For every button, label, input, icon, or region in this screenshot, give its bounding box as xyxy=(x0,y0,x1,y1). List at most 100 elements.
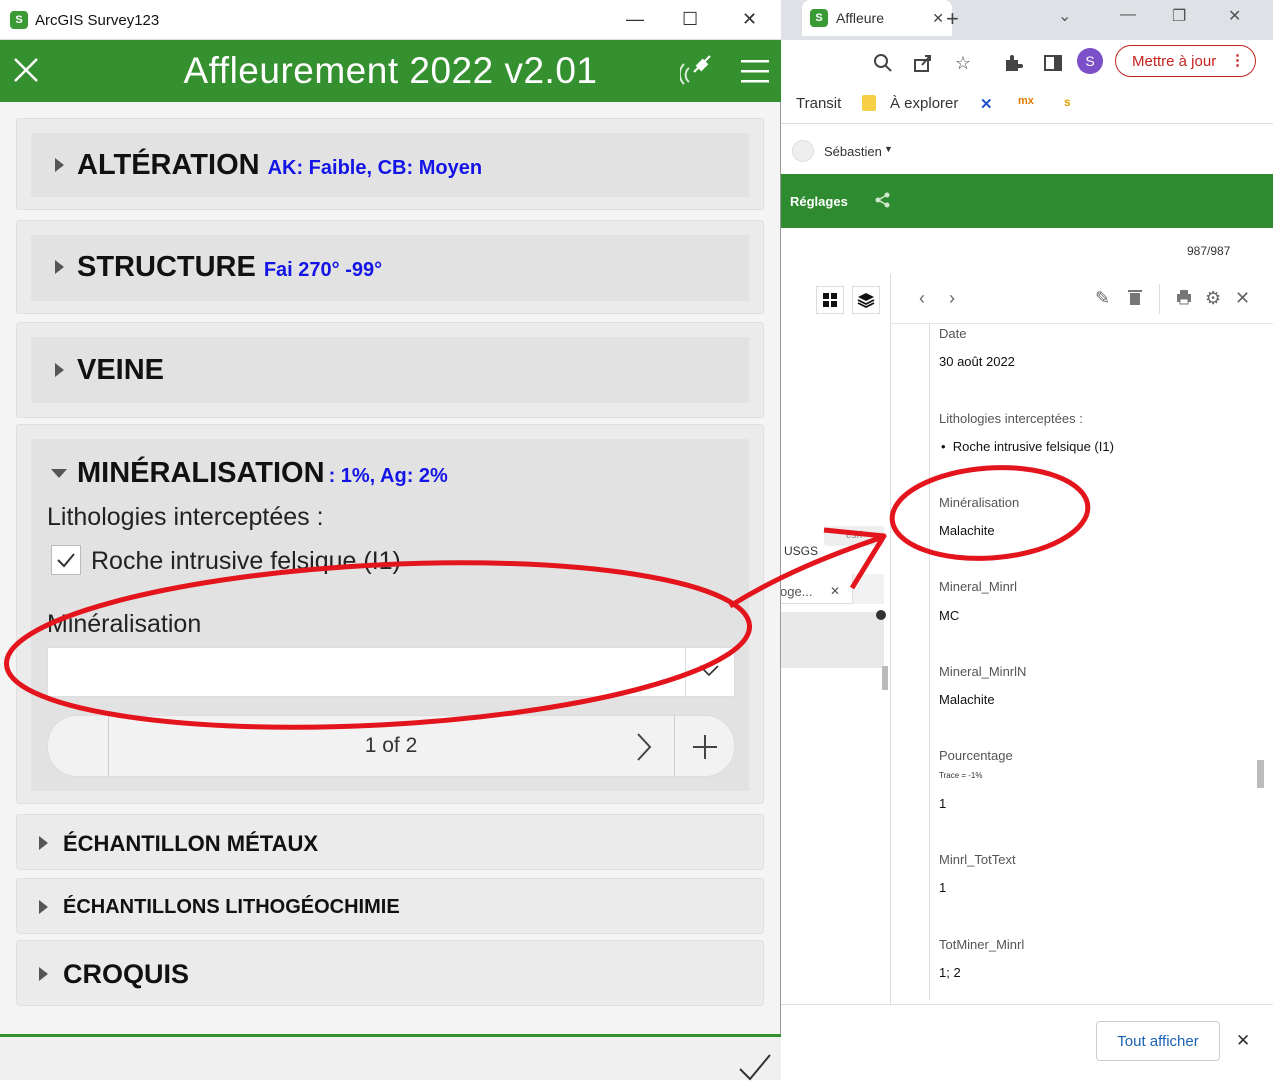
expand-arrow-icon xyxy=(39,836,48,850)
field-label-pourcentage: Pourcentage xyxy=(939,748,1013,763)
new-tab-icon[interactable]: + xyxy=(946,6,959,32)
previous-icon[interactable]: ‹ xyxy=(919,288,925,309)
update-button-label: Mettre à jour xyxy=(1132,52,1217,70)
bookmark-logo2-icon[interactable]: s xyxy=(1064,95,1071,109)
print-icon[interactable] xyxy=(1175,288,1193,306)
pager-next-icon[interactable] xyxy=(636,732,652,762)
alteration-title-text: ALTÉRATION xyxy=(77,149,260,181)
layer-dropdown-icon[interactable] xyxy=(852,574,884,604)
menu-hamburger-icon[interactable] xyxy=(741,58,769,84)
collapse-arrow-icon[interactable] xyxy=(51,469,67,478)
window-title: ArcGIS Survey123 xyxy=(35,12,160,29)
user-dropdown-icon[interactable]: ▼ xyxy=(884,144,893,154)
close-downloads-icon[interactable]: ✕ xyxy=(1236,1031,1250,1051)
field-label-minrl-tottext: Minrl_TotText xyxy=(939,852,1016,867)
profile-avatar[interactable]: S xyxy=(1077,48,1103,74)
gps-satellite-icon[interactable] xyxy=(680,54,716,88)
minimize-icon[interactable]: — xyxy=(1120,6,1136,24)
restore-icon[interactable]: ❐ xyxy=(1172,6,1186,26)
field-value-mineral-minrl: MC xyxy=(939,608,960,623)
minimize-icon[interactable]: — xyxy=(626,9,644,30)
zoom-icon[interactable] xyxy=(872,52,894,74)
field-label-date: Date xyxy=(939,326,967,341)
field-value-minrl-tottext: 1 xyxy=(939,880,947,895)
pager-text: 1 of 2 xyxy=(364,734,418,757)
group-structure: STRUCTURE Fai 270° -99° xyxy=(16,220,764,314)
map-strip: USGS esri oge... ✕ xyxy=(780,274,891,1004)
layers-button[interactable] xyxy=(852,286,880,314)
group-title-croquis: CROQUIS xyxy=(63,959,190,989)
bookmark-star-icon[interactable]: ☆ xyxy=(952,52,974,74)
group-echantillon-metaux[interactable]: ÉCHANTILLON MÉTAUX xyxy=(16,814,764,870)
edit-icon[interactable]: ✎ xyxy=(1095,288,1110,309)
lithology-checkbox[interactable] xyxy=(51,545,81,575)
side-panel-icon[interactable] xyxy=(1042,52,1064,74)
group-structure-header[interactable]: STRUCTURE Fai 270° -99° xyxy=(31,235,749,301)
list-scrollbar[interactable] xyxy=(882,666,888,690)
details-toolbar: ‹ › ✎ ⚙ ✕ xyxy=(891,274,1273,324)
field-value-totminer-minrl: 1; 2 xyxy=(939,965,961,980)
field-label-mineral-minrln: Mineral_MinrlN xyxy=(939,664,1027,679)
expand-arrow-icon xyxy=(55,158,64,172)
share-icon[interactable] xyxy=(912,52,934,74)
folder-icon xyxy=(862,95,876,111)
field-value-mineral-minrln: Malachite xyxy=(939,692,995,707)
browser-tab[interactable]: S Affleure ✕ xyxy=(802,0,952,36)
group-alteration-header[interactable]: ALTÉRATION AK: Faible, CB: Moyen xyxy=(31,133,749,197)
settings-link[interactable]: Réglages xyxy=(790,194,848,209)
expand-arrow-icon xyxy=(55,363,64,377)
user-avatar-icon xyxy=(792,140,814,162)
user-name[interactable]: Sébastien xyxy=(824,144,882,159)
list-row-selected[interactable] xyxy=(780,612,884,668)
tab-search-icon[interactable]: ⌄ xyxy=(1058,6,1071,26)
add-icon[interactable] xyxy=(876,610,886,620)
bookmark-x-icon[interactable]: ✕ xyxy=(980,95,993,113)
group-veine-header[interactable]: VEINE xyxy=(31,337,749,403)
expand-arrow-icon xyxy=(55,260,64,274)
map-attribution: USGS xyxy=(784,544,819,558)
browser-tab-title: Affleure xyxy=(836,10,884,26)
submit-check-icon[interactable] xyxy=(738,1051,772,1081)
downloads-bar: Tout afficher ✕ xyxy=(780,1004,1273,1080)
delete-icon[interactable] xyxy=(1127,288,1143,306)
field-label-totminer-minrl: TotMiner_Minrl xyxy=(939,937,1025,952)
details-scrollbar[interactable] xyxy=(1257,760,1264,788)
chevron-down-icon[interactable] xyxy=(698,664,720,678)
group-echantillons-lithogeochimie[interactable]: ÉCHANTILLONS LITHOGÉOCHIMIE xyxy=(16,878,764,934)
bookmarks-bar: Transit À explorer ✕ mx s xyxy=(780,86,1273,124)
mineralisation-subtitle: : 1%, Ag: 2% xyxy=(328,465,448,487)
group-title-echantillon-metaux: ÉCHANTILLON MÉTAUX xyxy=(63,831,319,856)
record-count-bar: 987/987 xyxy=(780,228,1273,274)
details-rule xyxy=(929,324,930,1000)
extensions-icon[interactable] xyxy=(1002,52,1024,74)
bookmark-a-explorer[interactable]: À explorer xyxy=(890,95,958,112)
layer-clear-icon[interactable]: ✕ xyxy=(830,584,840,598)
group-title-mineralisation[interactable]: MINÉRALISATION: 1%, Ag: 2% xyxy=(77,457,448,490)
group-title-veine: VEINE xyxy=(77,354,165,386)
grid-view-button[interactable] xyxy=(816,286,844,314)
close-window-icon[interactable]: ✕ xyxy=(1228,6,1241,26)
select-divider xyxy=(685,648,686,696)
field-value-lithologies: • Roche intrusive felsique (I1) xyxy=(941,439,1114,454)
form-title: Affleurement 2022 v2.01 xyxy=(183,50,598,91)
add-repeat-icon[interactable] xyxy=(691,733,719,761)
close-panel-icon[interactable]: ✕ xyxy=(1235,288,1250,309)
record-details: Date 30 août 2022 Lithologies intercepté… xyxy=(891,324,1273,1004)
form-header: Affleurement 2022 v2.01 xyxy=(0,40,781,102)
gear-icon[interactable]: ⚙ xyxy=(1205,288,1221,309)
app-nav-bar: Réglages xyxy=(780,174,1273,228)
show-all-button[interactable]: Tout afficher xyxy=(1096,1021,1220,1061)
close-window-icon[interactable]: ✕ xyxy=(742,9,757,30)
lithology-checkbox-label[interactable]: Roche intrusive felsique (I1) xyxy=(91,547,401,576)
next-icon[interactable]: › xyxy=(949,288,955,309)
group-croquis[interactable]: CROQUIS xyxy=(16,940,764,1006)
share-nav-icon[interactable] xyxy=(874,191,892,209)
bookmark-transit[interactable]: Transit xyxy=(796,95,841,112)
close-tab-icon[interactable]: ✕ xyxy=(932,10,944,27)
mineralisation-select[interactable] xyxy=(47,647,735,697)
maximize-icon[interactable]: ☐ xyxy=(682,9,698,30)
update-button[interactable]: Mettre à jour ⋮ xyxy=(1115,45,1256,77)
bookmark-logo-icon[interactable]: mx xyxy=(1018,95,1034,107)
repeat-pager: 1 of 2 xyxy=(47,715,735,777)
menu-dots-icon[interactable]: ⋮ xyxy=(1230,51,1245,69)
